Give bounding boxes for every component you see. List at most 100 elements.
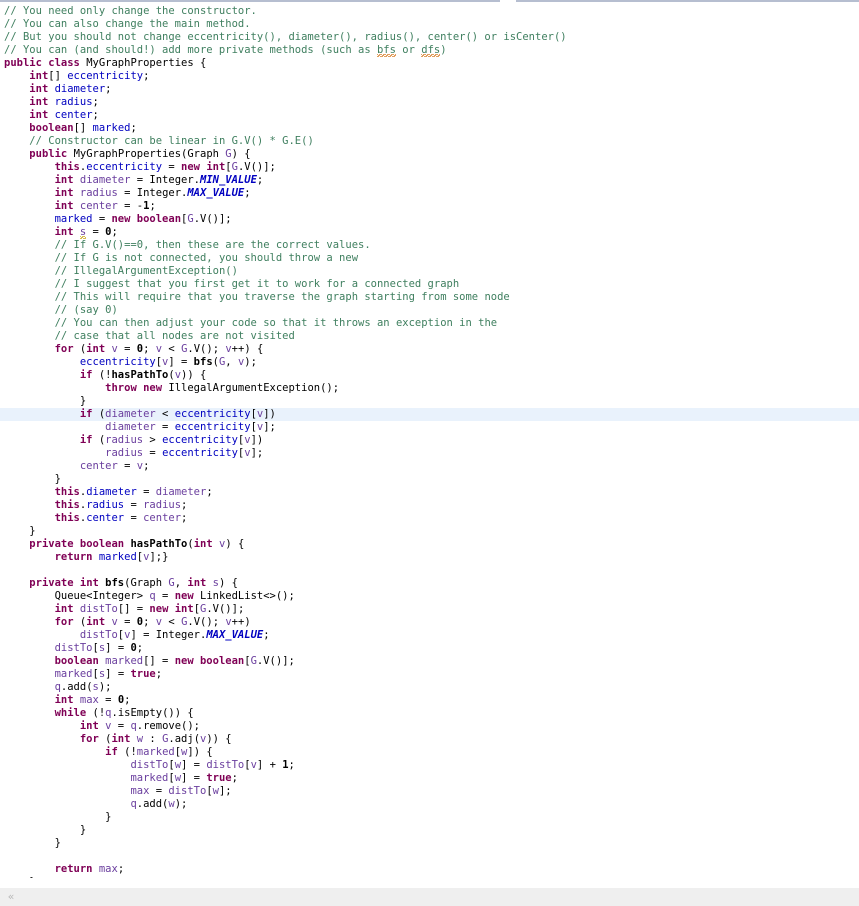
code-token: )) { [181, 369, 207, 381]
code-line[interactable]: } [0, 525, 859, 538]
code-token: ]) [263, 408, 276, 420]
code-line[interactable]: // (say 0) [0, 304, 859, 317]
code-line[interactable]: int v = q.remove(); [0, 720, 859, 733]
code-viewport[interactable]: // You need only change the constructor.… [0, 3, 859, 878]
code-line[interactable]: max = distTo[w]; [0, 785, 859, 798]
code-token: ; [136, 642, 144, 654]
code-line[interactable]: distTo[v] = Integer.MAX_VALUE; [0, 629, 859, 642]
code-token: if [105, 746, 125, 758]
code-line[interactable]: } [0, 837, 859, 850]
code-line[interactable]: int radius = Integer.MAX_VALUE; [0, 187, 859, 200]
code-line[interactable]: int radius; [0, 96, 859, 109]
code-token: = [155, 590, 175, 602]
code-line[interactable]: // You can then adjust your code so that… [0, 317, 859, 330]
code-line[interactable]: if (radius > eccentricity[v]) [0, 434, 859, 447]
code-line[interactable]: // If G.V()==0, then these are the corre… [0, 239, 859, 252]
code-line[interactable]: Queue<Integer> q = new LinkedList<>(); [0, 590, 859, 603]
code-token: ; [130, 122, 137, 134]
code-line[interactable] [0, 850, 859, 863]
code-token: marked [136, 746, 175, 758]
code-line[interactable]: // If G is not connected, you should thr… [0, 252, 859, 265]
code-line[interactable]: // IllegalArgumentException() [0, 265, 859, 278]
code-token: ] = [168, 356, 194, 368]
code-line[interactable]: if (diameter < eccentricity[v]) [0, 408, 859, 421]
code-line[interactable]: } [0, 811, 859, 824]
code-line[interactable]: // You can also change the main method. [0, 18, 859, 31]
code-lines[interactable]: // You need only change the constructor.… [0, 3, 859, 878]
code-token: eccentricity [162, 434, 238, 446]
code-token: ); [98, 681, 112, 693]
code-line[interactable]: int diameter = Integer.MIN_VALUE; [0, 174, 859, 187]
code-line[interactable]: // But you should not change eccentricit… [0, 31, 859, 44]
code-line[interactable]: if (!hasPathTo(v)) { [0, 369, 859, 382]
top-divider-segment-right [516, 0, 859, 2]
code-line[interactable]: // You can (and should!) add more privat… [0, 44, 859, 57]
code-line[interactable]: } [0, 876, 859, 878]
code-line[interactable]: int s = 0; [0, 226, 859, 239]
code-line[interactable]: center = v; [0, 460, 859, 473]
code-line[interactable]: for (int w : G.adj(v)) { [0, 733, 859, 746]
code-token: int [54, 226, 80, 238]
code-line[interactable]: radius = eccentricity[v]; [0, 447, 859, 460]
code-line[interactable]: q.add(s); [0, 681, 859, 694]
code-line[interactable]: private int bfs(Graph G, int s) { [0, 577, 859, 590]
code-line[interactable] [0, 564, 859, 577]
code-line[interactable]: if (!marked[w]) { [0, 746, 859, 759]
code-token: radius [105, 434, 144, 446]
code-line[interactable]: diameter = eccentricity[v]; [0, 421, 859, 434]
code-line[interactable]: public MyGraphProperties(Graph G) { [0, 148, 859, 161]
code-line[interactable]: int distTo[] = new int[G.V()]; [0, 603, 859, 616]
code-line[interactable]: } [0, 473, 859, 486]
code-token: marked [54, 668, 93, 680]
code-line[interactable]: // case that all nodes are not visited [0, 330, 859, 343]
code-line[interactable]: throw new IllegalArgumentException(); [0, 382, 859, 395]
code-line[interactable]: this.eccentricity = new int[G.V()]; [0, 161, 859, 174]
code-token: } [79, 395, 87, 407]
code-line[interactable]: marked[w] = true; [0, 772, 859, 785]
code-line[interactable]: } [0, 824, 859, 837]
code-line[interactable]: } [0, 395, 859, 408]
code-line[interactable]: eccentricity[v] = bfs(G, v); [0, 356, 859, 369]
code-line[interactable]: marked = new boolean[G.V()]; [0, 213, 859, 226]
code-line[interactable]: this.diameter = diameter; [0, 486, 859, 499]
code-line[interactable]: marked[s] = true; [0, 668, 859, 681]
chevron-left-icon[interactable]: « [5, 891, 17, 903]
code-token: bfs [376, 44, 396, 57]
code-line[interactable]: for (int v = 0; v < G.V(); v++) { [0, 343, 859, 356]
code-line[interactable]: boolean[] marked; [0, 122, 859, 135]
code-editor[interactable]: // You need only change the constructor.… [0, 0, 859, 906]
code-line[interactable]: int center = -1; [0, 200, 859, 213]
code-token: ); [244, 356, 257, 368]
code-line[interactable]: while (!q.isEmpty()) { [0, 707, 859, 720]
code-token: this [54, 512, 80, 524]
code-token: } [29, 525, 36, 537]
code-line[interactable]: int diameter; [0, 83, 859, 96]
code-line[interactable]: q.add(w); [0, 798, 859, 811]
code-line[interactable]: int max = 0; [0, 694, 859, 707]
code-line[interactable]: distTo[w] = distTo[v] + 1; [0, 759, 859, 772]
code-line[interactable]: // I suggest that you first get it to wo… [0, 278, 859, 291]
code-line[interactable]: int center; [0, 109, 859, 122]
code-token: ] = [181, 772, 207, 784]
code-line[interactable]: return marked[v];} [0, 551, 859, 564]
code-line[interactable]: distTo[s] = 0; [0, 642, 859, 655]
code-line[interactable]: for (int v = 0; v < G.V(); v++) [0, 616, 859, 629]
code-token: (! [98, 369, 112, 381]
code-token: new boolean [174, 655, 245, 667]
code-line[interactable]: // Constructor can be linear in G.V() * … [0, 135, 859, 148]
code-line[interactable]: this.radius = radius; [0, 499, 859, 512]
code-line[interactable]: int[] eccentricity; [0, 70, 859, 83]
code-line[interactable]: boolean marked[] = new boolean[G.V()]; [0, 655, 859, 668]
code-line[interactable]: private boolean hasPathTo(int v) { [0, 538, 859, 551]
code-token: diameter [54, 83, 106, 95]
code-line[interactable]: // This will require that you traverse t… [0, 291, 859, 304]
code-line[interactable]: this.center = center; [0, 512, 859, 525]
code-line[interactable]: public class MyGraphProperties { [0, 57, 859, 70]
code-line[interactable]: // You need only change the constructor. [0, 5, 859, 18]
code-line[interactable]: return max; [0, 863, 859, 876]
horizontal-scrollbar[interactable]: « [0, 887, 859, 906]
